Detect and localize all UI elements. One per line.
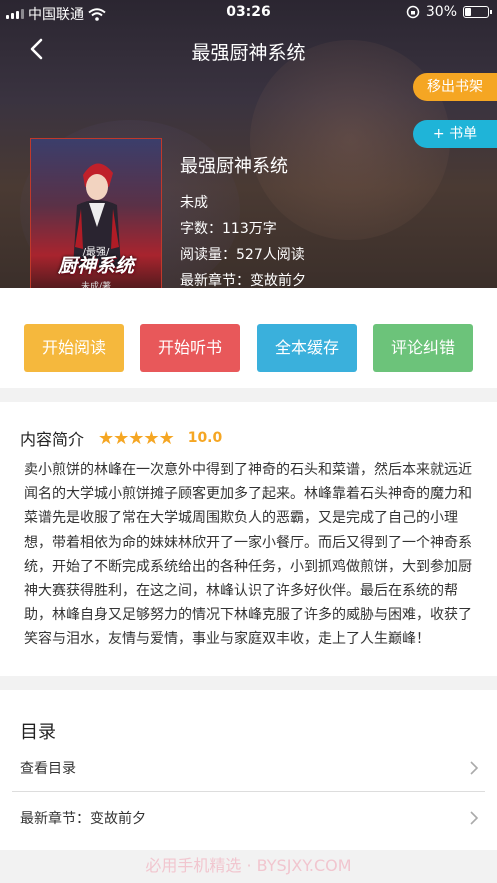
chevron-right-icon — [470, 761, 479, 775]
intro-section: 内容简介 ★★★★★ 10.0 卖小煎饼的林峰在一次意外中得到了神奇的石头和菜谱… — [0, 402, 497, 676]
page-title: 最强厨神系统 — [191, 42, 306, 64]
status-right: 30% — [406, 4, 492, 20]
orientation-lock-icon — [406, 5, 420, 19]
intro-text: 卖小煎饼的林峰在一次意外中得到了神奇的石头和菜谱，然后本来就远近闻名的大学城小煎… — [24, 462, 472, 648]
view-catalog-row[interactable]: 查看目录 — [12, 744, 485, 792]
book-cover[interactable]: /最强/ 厨神系统 未成/著 — [30, 138, 162, 306]
catalog-section: 目录 查看目录 最新章节：变故前夕 — [0, 690, 497, 850]
intro-heading: 内容简介 — [20, 430, 85, 449]
book-author: 未成 — [180, 195, 208, 211]
start-reading-button[interactable]: 开始阅读 — [24, 324, 124, 372]
remove-from-shelf-button[interactable]: 移出书架 — [413, 73, 497, 101]
status-bar: 中国联通 03:26 30% — [0, 0, 497, 26]
book-latest-chapter: 最新章节：变故前夕 — [180, 273, 306, 288]
chevron-right-icon — [470, 811, 479, 825]
comment-report-button[interactable]: 评论纠错 — [373, 324, 473, 372]
latest-chapter-row[interactable]: 最新章节：变故前夕 — [12, 794, 485, 842]
book-info: 最强厨神系统 未成 字数：113万字 阅读量：527人阅读 最新章节：变故前夕 — [180, 152, 306, 288]
latest-chapter-label: 最新章节：变故前夕 — [20, 811, 146, 827]
rating-stars-icon: ★★★★★ — [98, 427, 175, 449]
cover-title: 厨神系统 — [57, 255, 134, 277]
add-to-booklist-button[interactable]: + 书单 — [413, 120, 497, 148]
book-read-count: 阅读量：527人阅读 — [180, 247, 305, 263]
view-catalog-label: 查看目录 — [20, 761, 76, 777]
rating-score: 10.0 — [187, 430, 223, 446]
action-buttons: 开始阅读 开始听书 全本缓存 评论纠错 — [0, 288, 497, 388]
battery-icon — [463, 6, 492, 18]
book-word-count: 字数：113万字 — [180, 221, 277, 237]
watermark-text: 必用手机精选 · BYSJXY.COM — [145, 856, 352, 875]
book-title: 最强厨神系统 — [180, 156, 288, 177]
intro-header: 内容简介 ★★★★★ 10.0 — [20, 426, 222, 450]
start-listening-button[interactable]: 开始听书 — [140, 324, 240, 372]
battery-percent: 30% — [425, 4, 457, 20]
cache-all-button[interactable]: 全本缓存 — [257, 324, 357, 372]
catalog-heading: 目录 — [20, 722, 56, 743]
